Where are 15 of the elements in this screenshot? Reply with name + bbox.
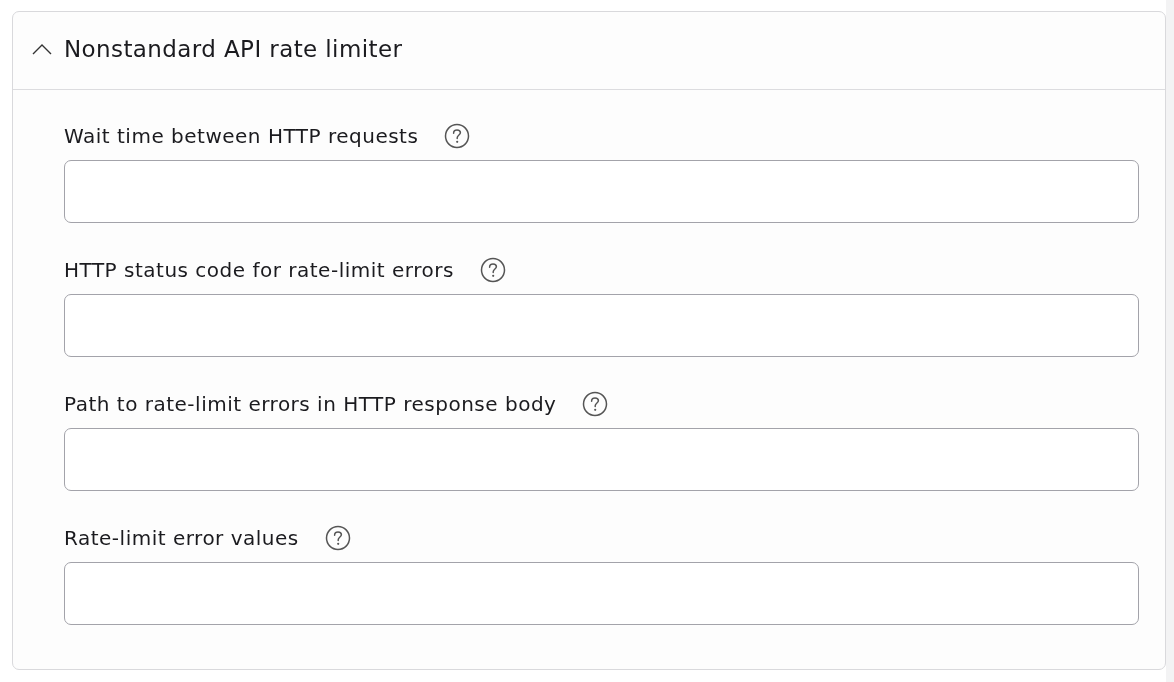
collapse-toggle[interactable]: Nonstandard API rate limiter — [32, 36, 403, 62]
input-field[interactable] — [64, 428, 1139, 491]
chevron-icon — [32, 43, 52, 55]
help-icon[interactable] — [324, 525, 351, 551]
field-label: Wait time between HTTP requests — [64, 124, 419, 148]
scrollbar-track[interactable] — [1166, 0, 1174, 682]
input-field[interactable] — [64, 562, 1139, 625]
field-label: Path to rate-limit errors in HTTP response body — [64, 392, 557, 416]
help-icon[interactable] — [479, 257, 506, 283]
input-field[interactable] — [64, 160, 1139, 223]
input-field[interactable] — [64, 294, 1139, 357]
help-icon[interactable] — [582, 391, 609, 417]
help-icon[interactable] — [444, 123, 471, 149]
field-label: HTTP status code for rate-limit errors — [64, 258, 454, 282]
field-label: Rate-limit error values — [64, 526, 299, 550]
